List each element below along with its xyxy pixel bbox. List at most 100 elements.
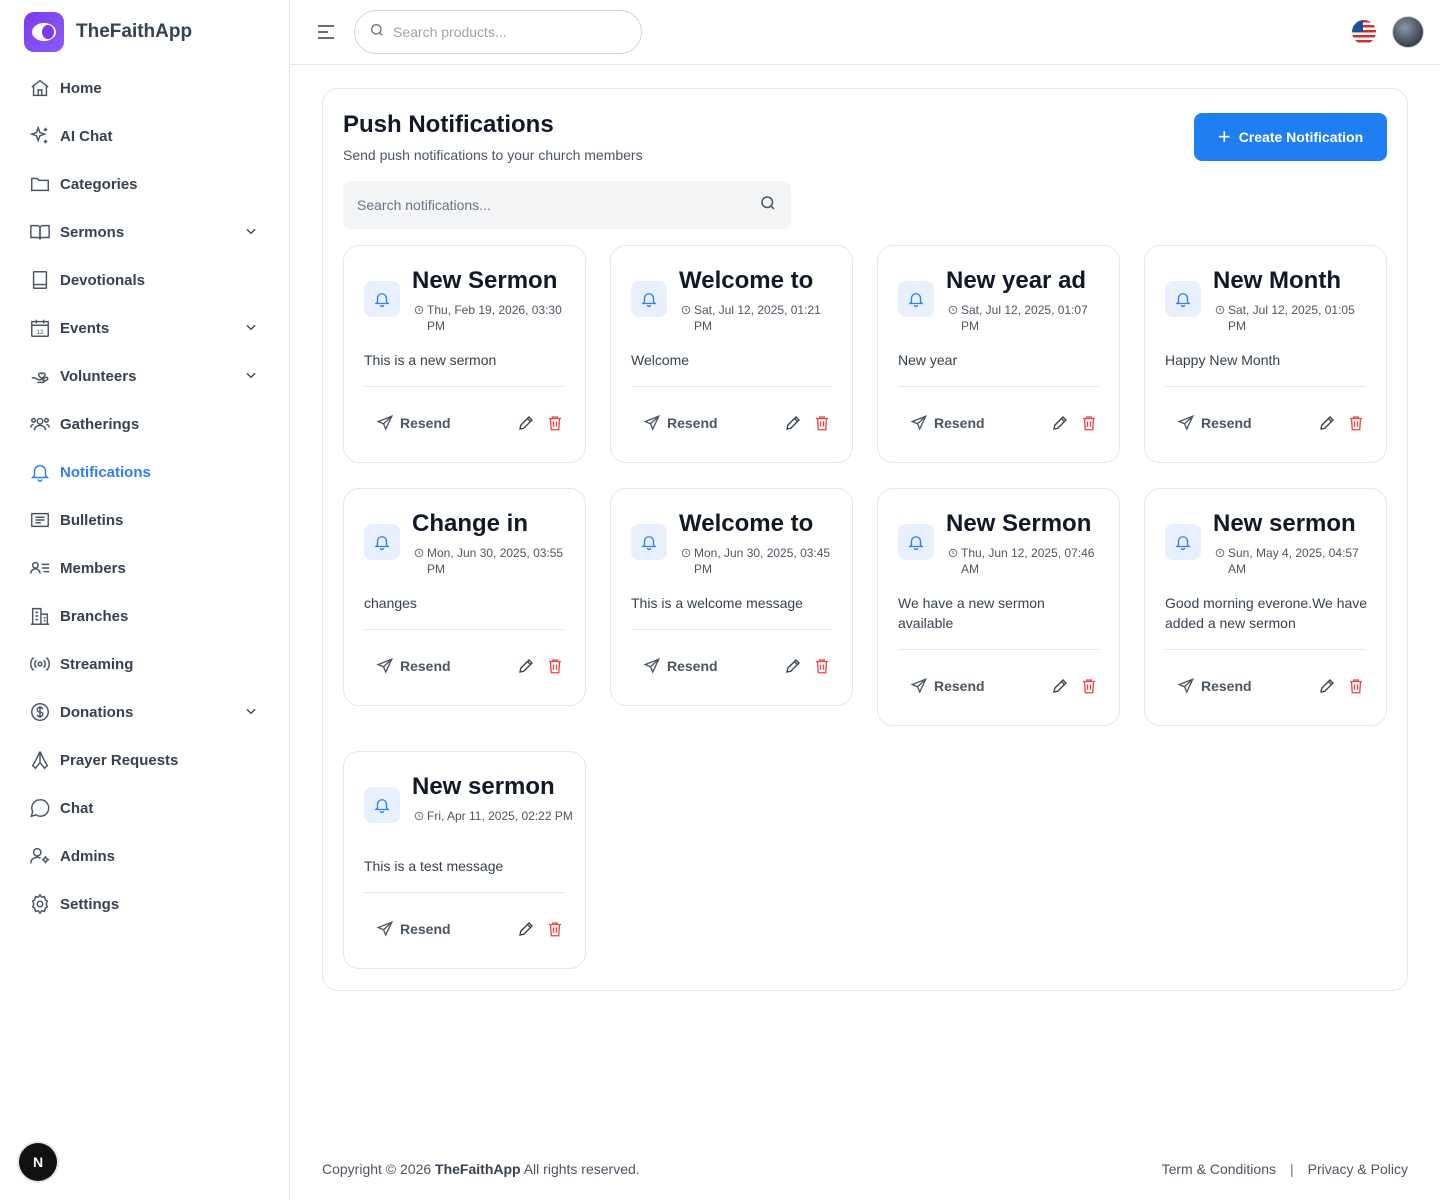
edit-icon[interactable] <box>517 920 535 943</box>
privacy-link[interactable]: Privacy & Policy <box>1308 1161 1408 1177</box>
trash-icon[interactable] <box>1080 677 1098 700</box>
resend-button[interactable]: Resend <box>643 414 718 432</box>
sidebar-item-ai-chat[interactable]: AI Chat <box>16 116 272 156</box>
user-list-icon <box>28 556 52 580</box>
edit-icon[interactable] <box>517 657 535 680</box>
sidebar-item-events[interactable]: 12 Events <box>16 308 272 348</box>
resend-button[interactable]: Resend <box>376 657 451 675</box>
edit-icon[interactable] <box>784 414 802 437</box>
edit-icon[interactable] <box>1051 677 1069 700</box>
product-search[interactable] <box>354 10 642 54</box>
sidebar-item-home[interactable]: Home <box>16 68 272 108</box>
bell-icon <box>1165 281 1201 317</box>
trash-icon[interactable] <box>546 920 564 943</box>
trash-icon[interactable] <box>546 657 564 680</box>
edit-icon[interactable] <box>1051 414 1069 437</box>
sidebar-item-bulletins[interactable]: Bulletins <box>16 500 272 540</box>
card-divider <box>898 649 1099 650</box>
sidebar-item-chat[interactable]: Chat <box>16 788 272 828</box>
dollar-circle-icon <box>28 700 52 724</box>
trash-icon[interactable] <box>813 657 831 680</box>
chevron-down-icon[interactable] <box>244 368 258 387</box>
terms-link[interactable]: Term & Conditions <box>1162 1161 1276 1177</box>
notification-card[interactable]: New Sermon Thu, Jun 12, 2025, 07:46 AM W… <box>877 488 1120 726</box>
edit-icon[interactable] <box>517 414 535 437</box>
notification-date-text: Thu, Jun 12, 2025, 07:46 AM <box>961 546 1095 576</box>
trash-icon[interactable] <box>1347 677 1365 700</box>
chevron-down-icon[interactable] <box>244 224 258 243</box>
sidebar-item-label: Branches <box>60 607 129 625</box>
resend-button[interactable]: Resend <box>910 414 985 432</box>
page-subtitle: Send push notifications to your church m… <box>343 147 643 163</box>
trash-icon[interactable] <box>1080 414 1098 437</box>
book-icon <box>28 268 52 292</box>
notification-date: Fri, Apr 11, 2025, 02:22 PM <box>414 808 574 824</box>
notification-search[interactable] <box>343 181 791 229</box>
edit-icon[interactable] <box>1318 414 1336 437</box>
clock-icon <box>1215 305 1225 315</box>
sidebar-item-devotionals[interactable]: Devotionals <box>16 260 272 300</box>
resend-label: Resend <box>934 678 985 694</box>
search-input[interactable] <box>393 24 613 40</box>
clock-icon <box>1215 548 1225 558</box>
sidebar-item-prayer-requests[interactable]: Prayer Requests <box>16 740 272 780</box>
resend-button[interactable]: Resend <box>376 414 451 432</box>
sidebar-item-label: Volunteers <box>60 367 137 385</box>
sidebar-item-members[interactable]: Members <box>16 548 272 588</box>
sidebar-item-streaming[interactable]: Streaming <box>16 644 272 684</box>
dev-badge[interactable]: N <box>19 1143 57 1181</box>
chevron-down-icon[interactable] <box>244 704 258 723</box>
brand[interactable]: TheFaithApp <box>0 0 289 64</box>
sidebar-item-label: Devotionals <box>60 271 146 289</box>
notification-card[interactable]: Welcome to Sat, Jul 12, 2025, 01:21 PM W… <box>610 245 853 463</box>
edit-icon[interactable] <box>784 657 802 680</box>
sidebar-item-volunteers[interactable]: Volunteers <box>16 356 272 396</box>
notification-card[interactable]: Change in Mon, Jun 30, 2025, 03:55 PM ch… <box>343 488 586 706</box>
plus-icon: + <box>1217 124 1231 149</box>
sidebar-item-label: Donations <box>60 703 134 721</box>
chevron-down-icon[interactable] <box>244 320 258 339</box>
edit-icon[interactable] <box>1318 677 1336 700</box>
resend-button[interactable]: Resend <box>1177 414 1252 432</box>
trash-icon[interactable] <box>546 414 564 437</box>
sidebar-item-sermons[interactable]: Sermons <box>16 212 272 252</box>
resend-button[interactable]: Resend <box>643 657 718 675</box>
sidebar-item-settings[interactable]: Settings <box>16 884 272 924</box>
card-divider <box>898 386 1099 387</box>
sidebar-item-donations[interactable]: Donations <box>16 692 272 732</box>
notification-card[interactable]: New Month Sat, Jul 12, 2025, 01:05 PM Ha… <box>1144 245 1387 463</box>
notification-card[interactable]: New sermon Sun, May 4, 2025, 04:57 AM Go… <box>1144 488 1387 726</box>
resend-button[interactable]: Resend <box>910 677 985 695</box>
notification-card[interactable]: Welcome to Mon, Jun 30, 2025, 03:45 PM T… <box>610 488 853 706</box>
clock-icon <box>948 305 958 315</box>
gear-icon <box>28 892 52 916</box>
users-icon <box>28 412 52 436</box>
notification-card[interactable]: New year ad Sat, Jul 12, 2025, 01:07 PM … <box>877 245 1120 463</box>
search-icon[interactable] <box>759 194 777 217</box>
sidebar-item-notifications[interactable]: Notifications <box>16 452 272 492</box>
resend-button[interactable]: Resend <box>376 920 451 938</box>
sidebar-item-branches[interactable]: Branches <box>16 596 272 636</box>
topbar <box>290 0 1440 65</box>
search-icon <box>369 22 385 43</box>
trash-icon[interactable] <box>813 414 831 437</box>
notification-search-input[interactable] <box>357 197 759 213</box>
notification-card[interactable]: New Sermon Thu, Feb 19, 2026, 03:30 PM T… <box>343 245 586 463</box>
notification-card[interactable]: New sermon Fri, Apr 11, 2025, 02:22 PM T… <box>343 751 586 969</box>
create-notification-button[interactable]: + Create Notification <box>1194 113 1387 161</box>
sidebar-item-categories[interactable]: Categories <box>16 164 272 204</box>
resend-label: Resend <box>400 921 451 937</box>
bell-icon <box>631 524 667 560</box>
bell-icon <box>364 787 400 823</box>
avatar[interactable] <box>1392 16 1424 48</box>
resend-button[interactable]: Resend <box>1177 677 1252 695</box>
notification-date: Mon, Jun 30, 2025, 03:45 PM <box>681 545 841 577</box>
us-flag-icon[interactable] <box>1352 20 1376 44</box>
notification-message: changes <box>364 595 417 611</box>
send-icon <box>643 415 661 431</box>
sidebar-item-gatherings[interactable]: Gatherings <box>16 404 272 444</box>
menu-toggle-icon[interactable] <box>316 22 336 42</box>
send-icon <box>1177 678 1195 694</box>
sidebar-item-admins[interactable]: Admins <box>16 836 272 876</box>
trash-icon[interactable] <box>1347 414 1365 437</box>
